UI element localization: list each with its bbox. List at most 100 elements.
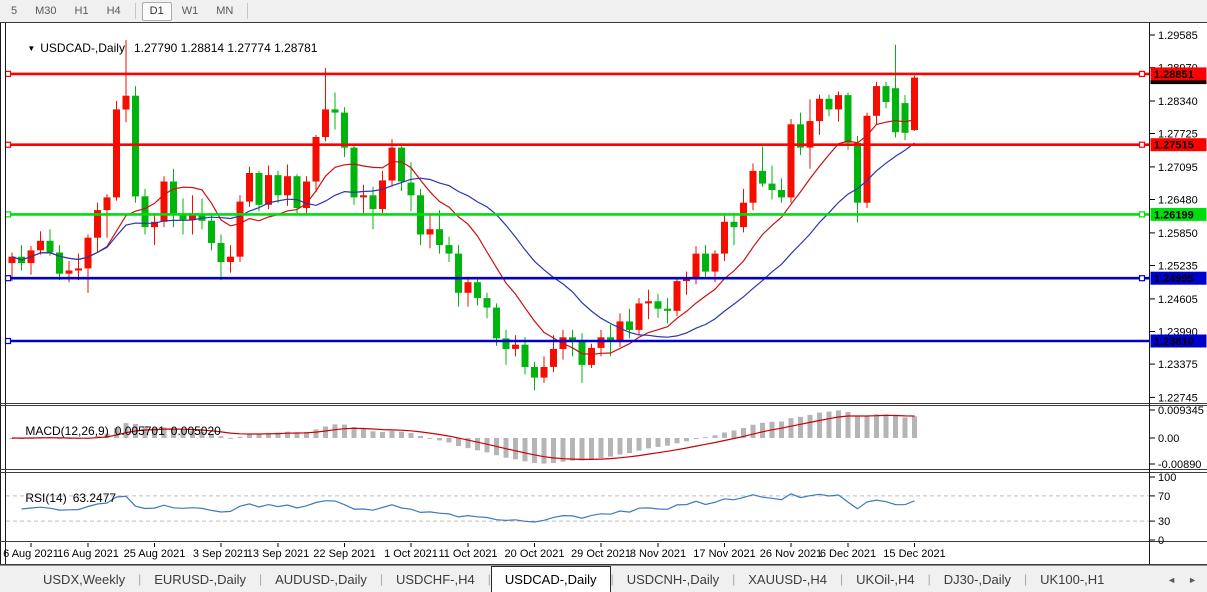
chart-canvas[interactable]: 1.295851.289701.283401.277251.270951.264…	[0, 22, 1207, 565]
tab-usdchf-h4[interactable]: USDCHF-,H4	[383, 566, 488, 592]
chart-ohlc-values: 1.27790 1.28814 1.27774 1.28781	[133, 41, 318, 55]
tab-usdcnh-daily[interactable]: USDCNH-,Daily	[614, 566, 732, 592]
tab-audusd-daily[interactable]: AUDUSD-,Daily	[262, 566, 380, 592]
chart-tab-bar: USDX,Weekly | EURUSD-,Daily | AUDUSD-,Daily |…	[0, 565, 1207, 592]
svg-text:-0.00890: -0.00890	[1158, 459, 1201, 471]
svg-text:6 Dec 2021: 6 Dec 2021	[820, 548, 876, 560]
macd-histogram-bar	[361, 429, 366, 438]
svg-text:8 Nov 2021: 8 Nov 2021	[630, 548, 686, 560]
macd-name: MACD(12,26,9)	[25, 424, 109, 438]
candle[interactable]	[911, 75, 918, 131]
macd-histogram-bar	[760, 422, 765, 438]
candle[interactable]	[350, 144, 358, 205]
macd-histogram-bar	[418, 436, 423, 438]
tab-usdcad-daily[interactable]: USDCAD-,Daily	[490, 566, 611, 592]
chart-window[interactable]: 1.295851.289701.283401.277251.270951.264…	[0, 22, 1207, 565]
macd-histogram-bar	[570, 438, 575, 461]
symbol-dropdown-icon[interactable]: ▼	[27, 44, 35, 53]
toolbar-separator	[134, 3, 136, 19]
tab-xauusd-h4[interactable]: XAUUSD-,H4	[735, 566, 840, 592]
svg-text:1 Oct 2021: 1 Oct 2021	[384, 548, 438, 560]
candle[interactable]	[236, 195, 244, 262]
svg-text:1.22745: 1.22745	[1158, 392, 1198, 404]
svg-text:26 Nov 2021: 26 Nov 2021	[760, 548, 822, 560]
toolbar-separator	[247, 3, 249, 19]
tab-scroll-right-icon[interactable]: ►	[1188, 575, 1197, 585]
macd-histogram-bar	[617, 438, 623, 455]
candle[interactable]	[863, 112, 871, 208]
macd-histogram-bar	[437, 438, 442, 441]
macd-histogram-bar	[313, 429, 319, 438]
svg-text:13 Sep 2021: 13 Sep 2021	[247, 548, 309, 560]
tab-ukoil-h4[interactable]: UKOil-,H4	[843, 566, 928, 592]
tab-uk100-h1[interactable]: UK100-,H1	[1027, 566, 1117, 592]
candle[interactable]	[673, 277, 681, 317]
tab-eurusd-daily[interactable]: EURUSD-,Daily	[141, 566, 259, 592]
macd-histogram-bar	[883, 414, 889, 438]
period-button-d1[interactable]: D1	[141, 1, 172, 21]
period-button-5[interactable]: 5	[3, 2, 25, 21]
macd-histogram-bar	[712, 435, 718, 438]
svg-text:0: 0	[1158, 535, 1164, 547]
period-button-w1[interactable]: W1	[174, 2, 207, 21]
tab-dj30-daily[interactable]: DJ30-,Daily	[931, 566, 1024, 592]
period-button-h4[interactable]: H4	[99, 2, 129, 21]
hline-handle[interactable]	[4, 141, 12, 148]
hline-handle[interactable]	[1138, 141, 1146, 148]
hline-handle[interactable]	[1138, 70, 1146, 78]
macd-histogram-bar	[532, 438, 537, 463]
hline-handle[interactable]	[4, 337, 12, 345]
macd-histogram-bar	[598, 438, 604, 458]
macd-histogram-bar	[408, 433, 414, 438]
tab-usdx-weekly[interactable]: USDX,Weekly	[30, 566, 138, 592]
macd-histogram-bar	[389, 430, 395, 438]
trading-terminal: { "toolbar": { "periods": ["5", "M30", "…	[0, 0, 1207, 592]
macd-histogram-bar	[247, 434, 252, 438]
macd-histogram-bar	[788, 418, 794, 438]
svg-text:1.26480: 1.26480	[1158, 195, 1198, 207]
svg-text:1.23810: 1.23810	[1154, 336, 1194, 348]
candle[interactable]	[160, 176, 168, 228]
macd-histogram-bar	[399, 431, 404, 438]
macd-histogram-bar	[703, 437, 708, 439]
candle[interactable]	[113, 101, 120, 201]
svg-text:1.28851: 1.28851	[1154, 69, 1194, 81]
macd-histogram-bar	[370, 431, 376, 438]
macd-histogram-bar	[655, 438, 661, 447]
hline-handle[interactable]	[4, 70, 12, 78]
macd-indicator-label: MACD(12,26,9) 0.005701 0.005020	[12, 410, 221, 452]
period-button-mn[interactable]: MN	[208, 2, 241, 21]
hline-handle[interactable]	[4, 211, 12, 218]
macd-histogram-bar	[589, 438, 594, 460]
macd-histogram-bar	[636, 438, 642, 451]
macd-histogram-bar	[446, 438, 452, 443]
hline-handle[interactable]	[1138, 211, 1146, 218]
hline-handle[interactable]	[4, 275, 12, 282]
macd-histogram-bar	[475, 438, 480, 451]
macd-histogram-bar	[427, 438, 433, 439]
svg-text:3 Sep 2021: 3 Sep 2021	[193, 548, 249, 560]
macd-histogram-bar	[522, 438, 528, 462]
chart-title-overlay: ▼ USDCAD-,Daily 1.27790 1.28814 1.27774 1.…	[14, 27, 317, 69]
macd-histogram-bar	[674, 438, 680, 444]
rsi-indicator-label: RSI(14) 63.2477	[12, 477, 116, 519]
macd-histogram-bar	[731, 430, 737, 438]
macd-signal-value: 0.005020	[170, 424, 221, 438]
macd-histogram-bar	[893, 415, 898, 438]
macd-histogram-bar	[750, 424, 756, 438]
rsi-name: RSI(14)	[25, 491, 67, 505]
tab-scroll-left-icon[interactable]: ◄	[1167, 575, 1176, 585]
macd-histogram-bar	[228, 437, 233, 439]
hline-handle[interactable]	[1138, 275, 1146, 282]
candle[interactable]	[787, 119, 795, 203]
macd-histogram-bar	[380, 431, 385, 438]
macd-histogram-bar	[684, 438, 689, 442]
candle[interactable]	[635, 298, 643, 336]
svg-text:1.25850: 1.25850	[1158, 228, 1198, 240]
macd-histogram-bar	[807, 414, 813, 438]
period-button-m30[interactable]: M30	[27, 2, 64, 21]
svg-text:1.25235: 1.25235	[1158, 261, 1198, 273]
period-button-h1[interactable]: H1	[67, 2, 97, 21]
svg-text:1.29585: 1.29585	[1158, 30, 1198, 42]
macd-histogram-bar	[551, 438, 556, 463]
